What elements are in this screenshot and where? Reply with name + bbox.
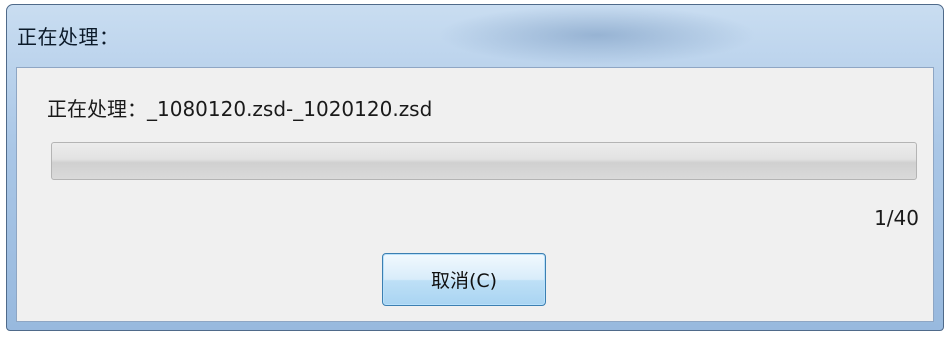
dialog-body: 正在处理：_1080120.zsd-_1020120.zsd 1/40 取消(C…	[16, 67, 934, 322]
status-text: 正在处理：_1080120.zsd-_1020120.zsd	[47, 97, 433, 121]
progress-count: 1/40	[874, 206, 919, 230]
cancel-button[interactable]: 取消(C)	[382, 253, 546, 306]
progress-dialog: 正在处理： 正在处理：_1080120.zsd-_1020120.zsd 1/4…	[6, 4, 944, 331]
title-bar[interactable]: 正在处理：	[7, 5, 943, 63]
window-title: 正在处理：	[17, 25, 120, 49]
progress-bar	[51, 142, 917, 180]
